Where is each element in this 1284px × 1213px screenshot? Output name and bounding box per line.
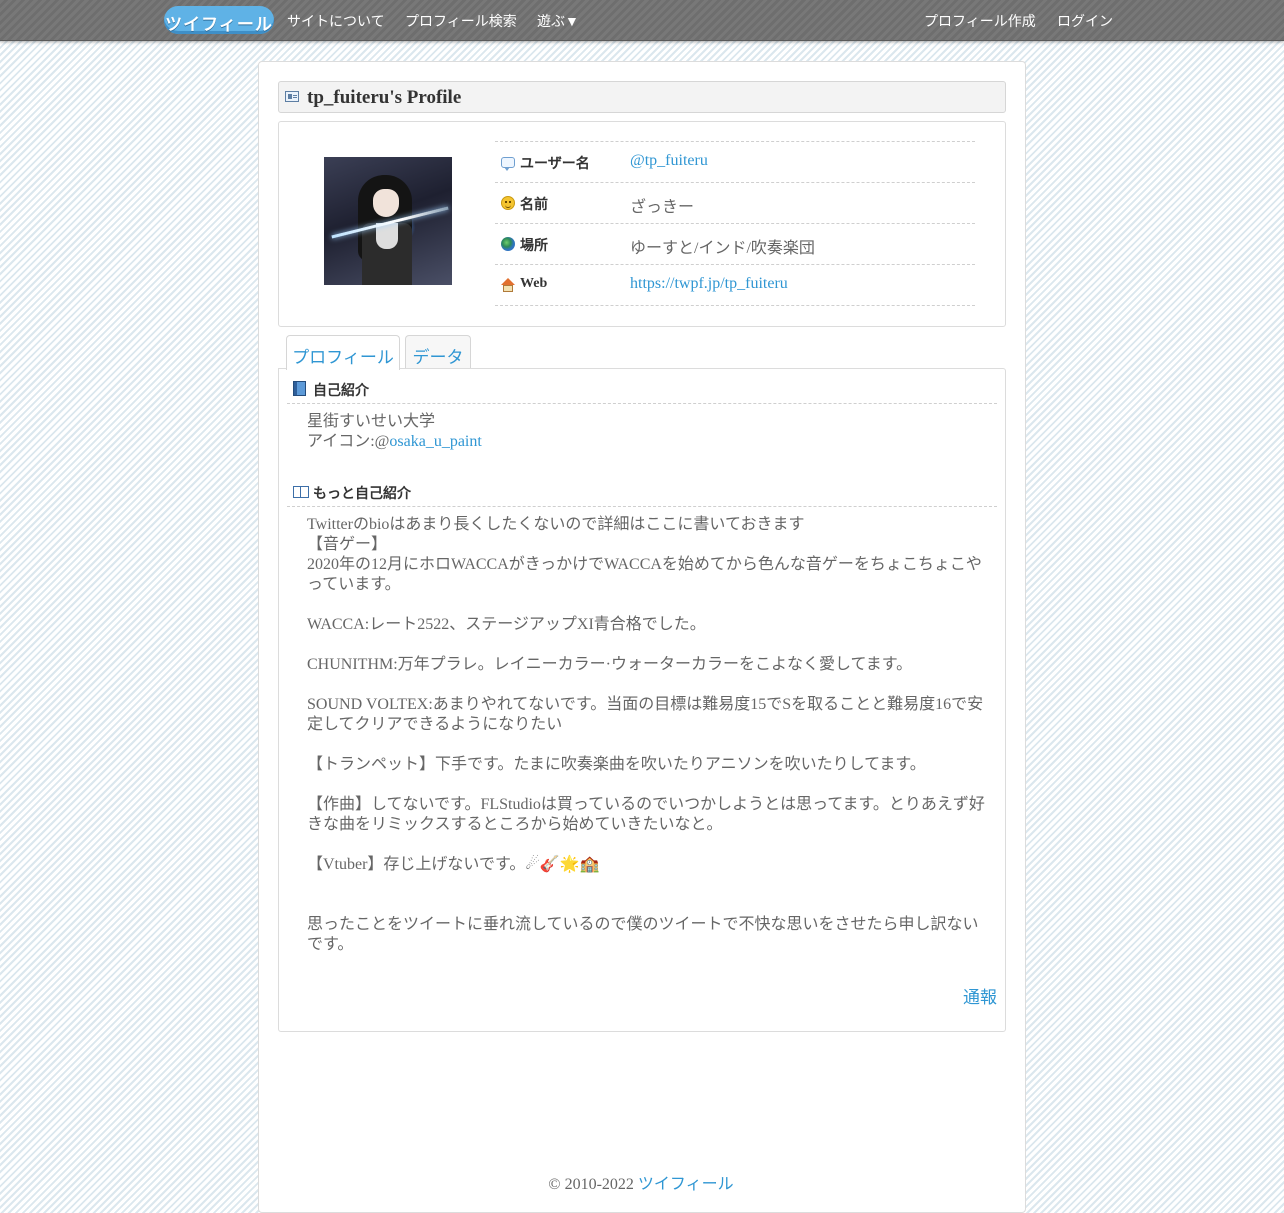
intro-line-1: 星街すいせい大学 xyxy=(307,413,436,430)
profile-info-box: ユーザー名 @tp_fuiteru 名前 ざっきー 場所 ゆーすと/インド/吹奏… xyxy=(278,121,1006,327)
info-row-username: ユーザー名 @tp_fuiteru xyxy=(495,141,975,182)
footer-site-link[interactable]: ツイフィール xyxy=(638,1176,734,1193)
nav-link-play-dropdown[interactable]: 遊ぶ▼ xyxy=(537,11,579,31)
name-value: ざっきー xyxy=(630,199,695,216)
web-label: Web xyxy=(520,276,548,291)
icon-credit-link[interactable]: osaka_u_paint xyxy=(389,433,481,450)
nav-link-login[interactable]: ログイン xyxy=(1057,11,1113,31)
logo-text: ツイフィール xyxy=(165,15,273,34)
info-row-name: 名前 ざっきー xyxy=(495,182,975,223)
location-label: 場所 xyxy=(520,237,548,253)
nav-link-create-profile[interactable]: プロフィール作成 xyxy=(924,11,1036,31)
name-label: 名前 xyxy=(520,196,548,212)
more-intro-text: Twitterのbioはあまり長くしたくないので詳細はここに書いておきます 【音… xyxy=(307,516,985,953)
open-book-icon xyxy=(293,486,309,498)
avatar-collar xyxy=(376,223,398,249)
nav-link-about[interactable]: サイトについて xyxy=(287,11,385,31)
location-value: ゆーすと/インド/吹奏楽団 xyxy=(630,240,815,257)
page-title: tp_fuiteru's Profile xyxy=(307,87,462,108)
tab-content-box: 自己紹介 星街すいせい大学 アイコン:@osaka_u_paint もっと自己紹… xyxy=(278,368,1006,1032)
profile-info-table: ユーザー名 @tp_fuiteru 名前 ざっきー 場所 ゆーすと/インド/吹奏… xyxy=(495,141,975,306)
tab-data[interactable]: データ xyxy=(405,335,471,368)
intro-title: 自己紹介 xyxy=(313,382,369,398)
site-logo[interactable]: ツイフィール xyxy=(164,6,274,34)
web-link[interactable]: https://twpf.jp/tp_fuiteru xyxy=(630,275,788,293)
more-intro-title: もっと自己紹介 xyxy=(313,485,411,501)
copyright-text: © 2010-2022 xyxy=(548,1176,638,1193)
intro-text: 星街すいせい大学 アイコン:@osaka_u_paint xyxy=(307,412,987,452)
profile-title-bar: tp_fuiteru's Profile xyxy=(278,81,1006,113)
avatar-face xyxy=(373,189,399,217)
speech-bubble-icon xyxy=(501,157,515,171)
username-label: ユーザー名 xyxy=(520,155,590,171)
nav-link-profile-search[interactable]: プロフィール検索 xyxy=(405,11,517,31)
more-intro-section-header: もっと自己紹介 xyxy=(287,478,997,507)
notebook-icon xyxy=(293,381,306,396)
intro-section-header: 自己紹介 xyxy=(287,375,997,404)
footer: © 2010-2022 ツイフィール xyxy=(258,1170,1024,1194)
home-icon xyxy=(501,278,515,292)
info-row-location: 場所 ゆーすと/インド/吹奏楽団 xyxy=(495,223,975,264)
globe-icon xyxy=(501,237,515,251)
report-link[interactable]: 通報 xyxy=(963,983,997,1008)
username-link[interactable]: @tp_fuiteru xyxy=(630,152,708,170)
info-row-web: Web https://twpf.jp/tp_fuiteru xyxy=(495,264,975,306)
tab-profile[interactable]: プロフィール xyxy=(286,335,400,370)
id-card-icon xyxy=(285,91,299,102)
smiley-icon xyxy=(501,196,515,210)
avatar xyxy=(324,157,452,285)
top-navbar: ツイフィール サイトについて プロフィール検索 遊ぶ▼ プロフィール作成 ログイ… xyxy=(0,0,1284,41)
intro-line-2-prefix: アイコン:@ xyxy=(307,433,390,450)
